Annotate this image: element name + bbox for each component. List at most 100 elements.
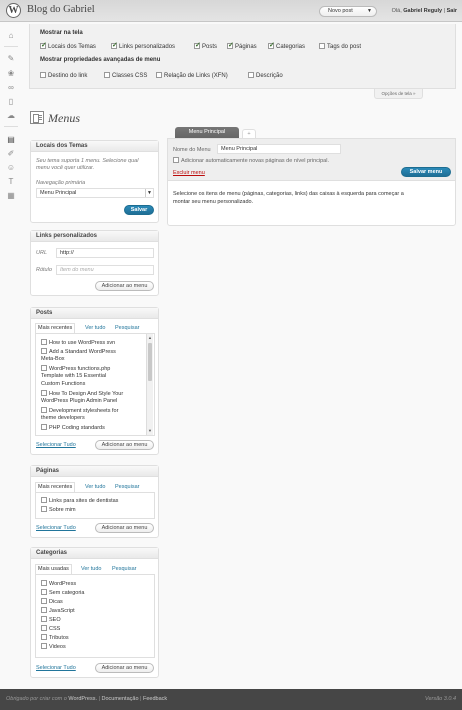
tab-view-all[interactable]: Ver tudo (81, 564, 102, 574)
checkbox[interactable] (173, 157, 179, 163)
add-pages-button[interactable]: Adicionar ao menu (95, 523, 154, 533)
checkbox[interactable] (41, 424, 47, 430)
feedback-link[interactable]: Feedback (143, 696, 167, 702)
checkbox[interactable] (41, 390, 47, 396)
checkbox[interactable] (41, 407, 47, 413)
list-item[interactable]: Sem categoria (41, 589, 84, 597)
checkbox[interactable] (41, 506, 47, 512)
checkbox[interactable] (111, 41, 118, 49)
dashboard-icon[interactable]: ⌂ (5, 31, 17, 41)
checkbox[interactable] (41, 339, 47, 345)
checkbox[interactable] (41, 607, 47, 613)
links-icon[interactable]: ∞ (5, 83, 17, 93)
checkbox[interactable] (40, 41, 47, 49)
tab-most-recent[interactable]: Mais recentes (35, 482, 76, 492)
custom-link-url-input[interactable]: http:// (56, 248, 154, 258)
tab-most-recent[interactable]: Mais recentes (35, 323, 76, 333)
pages-icon[interactable]: ▯ (5, 97, 17, 107)
add-custom-link-button[interactable]: Adicionar ao menu (95, 281, 154, 291)
list-item[interactable]: SEO (41, 616, 61, 624)
list-item[interactable]: Dicas (41, 598, 63, 606)
list-item[interactable]: Sobre mim (41, 506, 76, 514)
show-custom-links-checkbox[interactable]: Links personalizados (111, 41, 175, 50)
posts-scrollbar[interactable]: ▲ ▼ (146, 334, 153, 435)
delete-menu-link[interactable]: Excluir menu (173, 170, 205, 176)
show-theme-locations-checkbox[interactable]: Locais dos Temas (40, 41, 96, 50)
user-name-link[interactable]: Gabriel Reguly (403, 8, 442, 14)
screen-options-toggle[interactable]: Opções de tela » (374, 89, 423, 99)
add-posts-button[interactable]: Adicionar ao menu (95, 440, 154, 450)
save-locations-button[interactable]: Salvar (124, 205, 154, 215)
list-item[interactable]: WordPress functions.php (41, 365, 110, 373)
logout-link[interactable]: Sair (447, 8, 457, 14)
checkbox[interactable] (319, 43, 325, 49)
checkbox[interactable] (41, 580, 47, 586)
save-menu-button[interactable]: Salvar menu (401, 167, 451, 177)
favorite-actions-dropdown[interactable]: Novo post ▼ (319, 6, 377, 17)
show-xfn-checkbox[interactable]: Relação de Links (XFN) (156, 72, 228, 79)
menu-name-input[interactable]: Menu Principal (217, 144, 341, 154)
settings-icon[interactable]: ▦ (5, 191, 17, 201)
blog-title[interactable]: Blog do Gabriel (27, 4, 95, 15)
users-icon[interactable]: ☺ (5, 163, 17, 173)
show-description-checkbox[interactable]: Descrição (248, 72, 283, 79)
checkbox[interactable] (41, 643, 47, 649)
show-pages-checkbox[interactable]: Páginas (227, 41, 257, 50)
list-item[interactable]: JavaScript (41, 607, 75, 615)
list-item[interactable]: How To Design And Style Your (41, 390, 123, 398)
documentation-link[interactable]: Documentação (102, 696, 139, 702)
checkbox[interactable] (268, 41, 275, 49)
scrollbar-thumb[interactable] (148, 343, 152, 381)
scroll-down-icon[interactable]: ▼ (147, 427, 153, 434)
list-item[interactable]: Videos (41, 643, 66, 651)
chevron-down-icon[interactable]: ▼ (145, 189, 153, 197)
checkbox[interactable] (227, 41, 234, 49)
chevron-down-icon[interactable]: ▼ (367, 7, 372, 16)
checkbox[interactable] (41, 634, 47, 640)
add-categories-button[interactable]: Adicionar ao menu (95, 663, 154, 673)
box-title[interactable]: Páginas (31, 466, 158, 477)
tab-view-all[interactable]: Ver tudo (85, 323, 106, 333)
add-menu-tab[interactable]: + (242, 129, 256, 138)
select-all-posts-link[interactable]: Selecionar Tudo (36, 442, 76, 448)
list-item[interactable]: WordPress (41, 580, 76, 588)
media-icon[interactable]: ❀ (5, 69, 17, 79)
comments-icon[interactable]: ☁ (5, 111, 17, 121)
checkbox[interactable] (156, 72, 162, 78)
primary-navigation-select[interactable]: Menu Principal ▼ (36, 188, 154, 198)
list-item[interactable]: PHP Coding standards (41, 424, 105, 432)
checkbox[interactable] (41, 497, 47, 503)
wordpress-logo-icon[interactable]: W (6, 3, 21, 18)
checkbox[interactable] (248, 72, 254, 78)
tab-search[interactable]: Pesquisar (112, 564, 136, 574)
show-link-target-checkbox[interactable]: Destino do link (40, 72, 87, 79)
custom-link-label-input[interactable]: Item do menu (56, 265, 154, 275)
posts-pin-icon[interactable]: ✎ (5, 54, 17, 64)
show-categories-checkbox[interactable]: Categorias (268, 41, 305, 50)
checkbox[interactable] (41, 589, 47, 595)
checkbox[interactable] (40, 72, 46, 78)
tools-icon[interactable]: T (5, 177, 17, 187)
auto-add-pages-option[interactable]: Adicionar automaticamente novas páginas … (173, 157, 329, 164)
checkbox[interactable] (41, 365, 47, 371)
select-all-categories-link[interactable]: Selecionar Tudo (36, 665, 76, 671)
list-item[interactable]: CSS (41, 625, 60, 633)
list-item[interactable]: Development stylesheets for (41, 407, 118, 415)
box-title[interactable]: Categorias (31, 548, 158, 559)
tab-search[interactable]: Pesquisar (115, 323, 139, 333)
box-title[interactable]: Locais dos Temas (31, 141, 158, 152)
list-item[interactable]: Links para sites de dentistas (41, 497, 118, 505)
box-title[interactable]: Links personalizados (31, 231, 158, 242)
show-tags-checkbox[interactable]: Tags do post (319, 43, 361, 50)
show-css-classes-checkbox[interactable]: Classes CSS (104, 72, 147, 79)
scroll-up-icon[interactable]: ▲ (147, 334, 153, 341)
checkbox[interactable] (41, 616, 47, 622)
checkbox[interactable] (194, 41, 201, 49)
plugins-icon[interactable]: ✐ (5, 149, 17, 159)
show-posts-checkbox[interactable]: Posts (194, 41, 217, 50)
list-item[interactable]: Add a Standard WordPress (41, 348, 116, 356)
checkbox[interactable] (41, 598, 47, 604)
list-item[interactable]: How to use WordPress svn (41, 339, 115, 347)
list-item[interactable]: Tributos (41, 634, 69, 642)
checkbox[interactable] (104, 72, 110, 78)
